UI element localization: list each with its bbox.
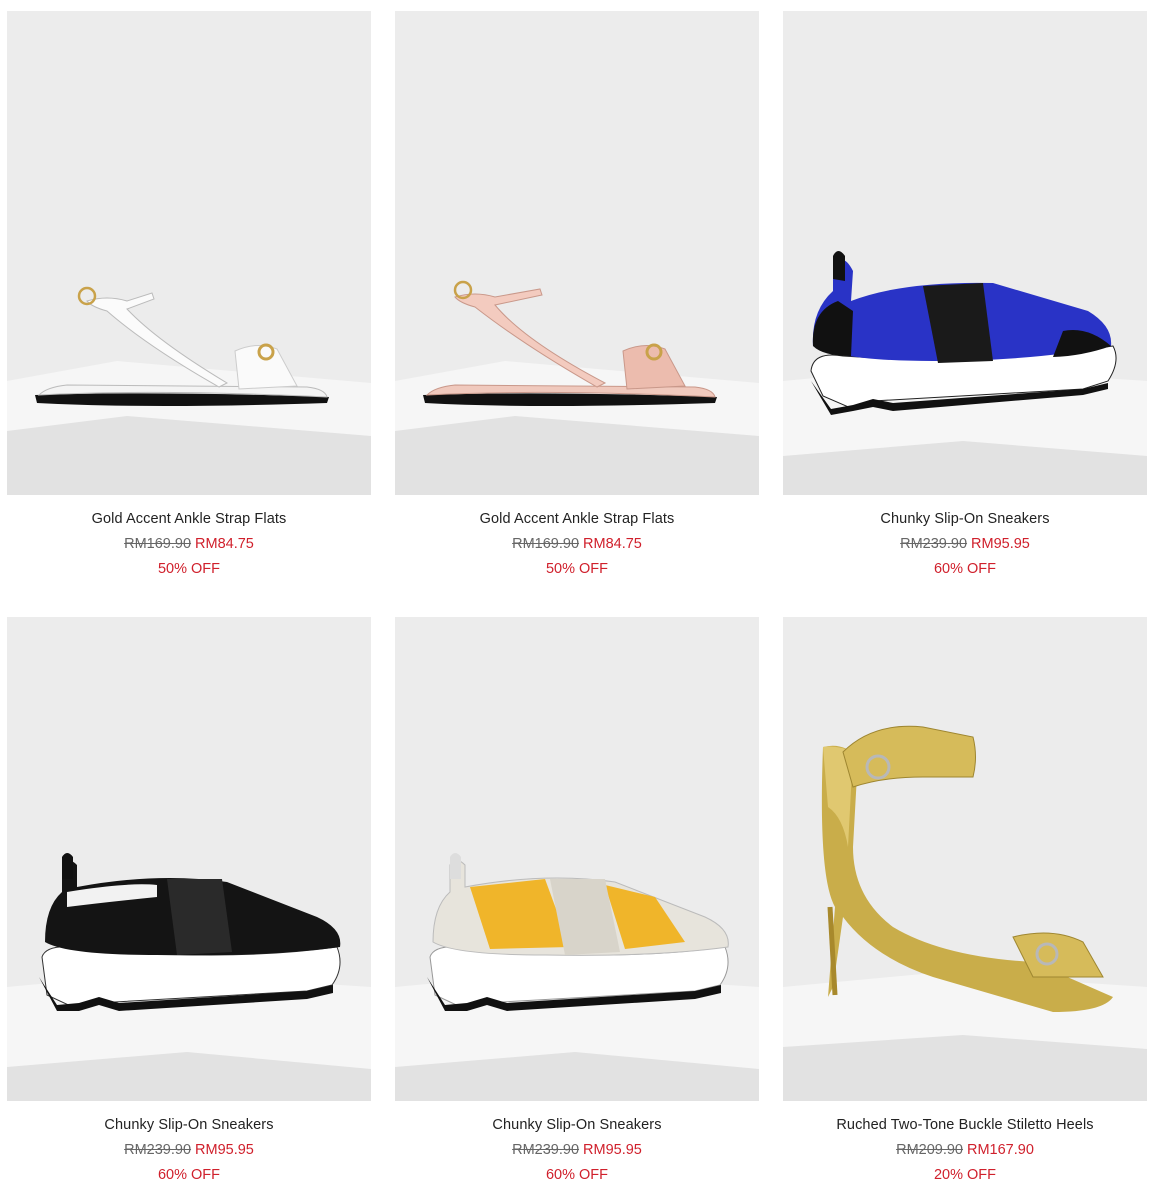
product-card[interactable]: Chunky Slip-On Sneakers RM239.90 RM95.95 …: [395, 617, 759, 1187]
product-card[interactable]: Chunky Slip-On Sneakers RM239.90 RM95.95 …: [7, 617, 371, 1187]
product-image-gold-heel[interactable]: [783, 617, 1147, 1101]
product-image-black-sneaker[interactable]: [7, 617, 371, 1101]
product-name[interactable]: Chunky Slip-On Sneakers: [395, 1113, 759, 1137]
product-card[interactable]: Ruched Two-Tone Buckle Stiletto Heels RM…: [783, 617, 1147, 1187]
original-price: RM239.90: [512, 1142, 580, 1158]
product-name[interactable]: Chunky Slip-On Sneakers: [783, 507, 1147, 531]
discount-label: 60% OFF: [157, 1167, 221, 1183]
original-price: RM169.90: [512, 536, 580, 552]
product-image-pink-sandal[interactable]: [395, 11, 759, 495]
product-card[interactable]: Gold Accent Ankle Strap Flats RM169.90 RM…: [395, 11, 759, 581]
sale-price: RM95.95: [195, 1142, 254, 1158]
discount-label: 50% OFF: [545, 561, 609, 577]
sale-price: RM95.95: [583, 1142, 642, 1158]
discount-label: 60% OFF: [933, 561, 997, 577]
discount-label: 50% OFF: [157, 561, 221, 577]
product-name[interactable]: Gold Accent Ankle Strap Flats: [7, 507, 371, 531]
product-name[interactable]: Chunky Slip-On Sneakers: [7, 1113, 371, 1137]
sale-price: RM167.90: [967, 1142, 1034, 1158]
product-name[interactable]: Gold Accent Ankle Strap Flats: [395, 507, 759, 531]
original-price: RM239.90: [900, 536, 968, 552]
product-name[interactable]: Ruched Two-Tone Buckle Stiletto Heels: [783, 1113, 1147, 1137]
product-card[interactable]: Chunky Slip-On Sneakers RM239.90 RM95.95 …: [783, 11, 1147, 581]
sale-price: RM84.75: [195, 536, 254, 552]
product-image-blue-sneaker[interactable]: [783, 11, 1147, 495]
original-price: RM209.90: [896, 1142, 963, 1158]
original-price: RM239.90: [124, 1142, 192, 1158]
product-image-white-sandal[interactable]: [7, 11, 371, 495]
discount-label: 20% OFF: [933, 1167, 997, 1183]
sale-price: RM84.75: [583, 536, 642, 552]
original-price: RM169.90: [124, 536, 192, 552]
product-image-yellow-sneaker[interactable]: [395, 617, 759, 1101]
product-card[interactable]: Gold Accent Ankle Strap Flats RM169.90 RM…: [7, 11, 371, 581]
sale-price: RM95.95: [971, 536, 1030, 552]
discount-label: 60% OFF: [545, 1167, 609, 1183]
